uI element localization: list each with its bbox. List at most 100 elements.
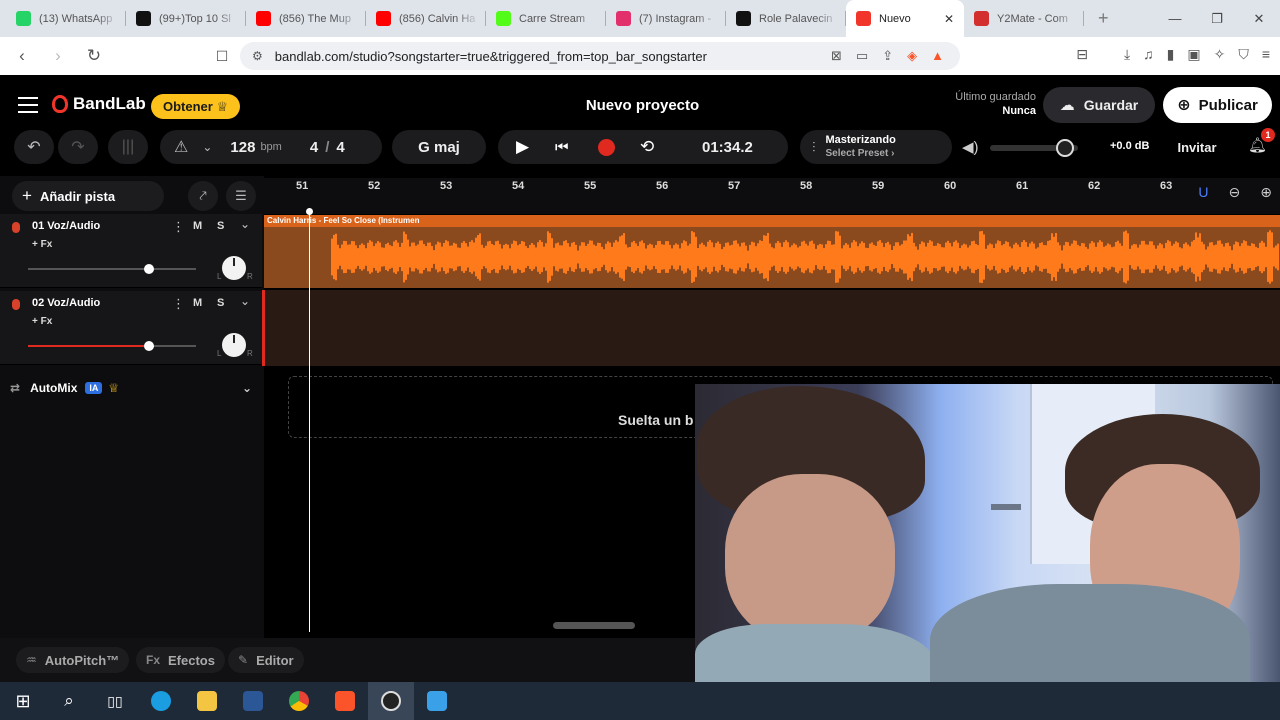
invite-button[interactable]: Invitar: [1166, 130, 1228, 164]
solo-button[interactable]: S: [217, 297, 224, 309]
task-view-icon[interactable]: ▯▯: [92, 682, 138, 720]
editor-button[interactable]: ✎ Editor: [228, 647, 304, 673]
track-menu-icon[interactable]: ⋮: [172, 219, 185, 235]
horizontal-scrollbar[interactable]: [553, 622, 635, 629]
key-selector[interactable]: G maj: [392, 130, 486, 164]
sidebar-toggle-icon[interactable]: ⊟: [1076, 46, 1088, 63]
volume-icon[interactable]: ◀): [962, 138, 979, 156]
chevron-down-icon[interactable]: ⌄: [202, 140, 212, 154]
leo-icon[interactable]: ✧: [1214, 46, 1226, 63]
minimize-icon[interactable]: —: [1154, 0, 1196, 37]
obtener-button[interactable]: Obtener ♕: [151, 94, 241, 119]
add-fx-button[interactable]: + Fx: [32, 316, 52, 327]
browser-tab[interactable]: (7) Instagram -: [606, 0, 726, 37]
bandlab-logo[interactable]: BandLab: [52, 94, 146, 114]
track-name[interactable]: 02 Voz/Audio: [32, 297, 100, 309]
track-volume-knob[interactable]: [143, 264, 154, 274]
track-name[interactable]: 01 Voz/Audio: [32, 220, 100, 232]
wallet-icon[interactable]: ▣: [1187, 46, 1200, 63]
browser-tab[interactable]: (99+)Top 10 Sl: [126, 0, 246, 37]
track-menu-icon[interactable]: ⋮: [172, 296, 185, 312]
browser-tab[interactable]: Role Palavecin: [726, 0, 846, 37]
track-lane-1[interactable]: Calvin Harris - Feel So Close (Instrumen: [264, 215, 1280, 288]
music-icon[interactable]: ♫: [1143, 46, 1154, 63]
track-volume-slider[interactable]: [28, 341, 196, 351]
menu-icon[interactable]: ≡: [1262, 46, 1270, 63]
vpn-icon[interactable]: ⛉: [1238, 46, 1249, 63]
brave-rewards-icon[interactable]: ▲: [931, 48, 944, 64]
mute-button[interactable]: M: [193, 220, 202, 232]
browser-tab[interactable]: (856) The Mup: [246, 0, 366, 37]
word-icon[interactable]: [230, 682, 276, 720]
photos-icon[interactable]: [414, 682, 460, 720]
timeline-ruler[interactable]: 51 52 53 54 55 56 57 58 59 60 61 62 63: [264, 178, 1280, 214]
mute-button[interactable]: M: [193, 297, 202, 309]
publish-button[interactable]: ⊕ Publicar: [1163, 87, 1272, 123]
master-volume-knob[interactable]: [1055, 139, 1074, 157]
hamburger-menu-icon[interactable]: [18, 97, 38, 113]
track-row[interactable]: 02 Voz/Audio + Fx ⋮ M S ⌄ LR: [0, 291, 262, 365]
playhead[interactable]: [306, 208, 313, 632]
browser-tab[interactable]: Y2Mate - Com: [964, 0, 1084, 37]
project-title[interactable]: Nuevo proyecto: [520, 97, 765, 114]
track-settings-icon[interactable]: ☰: [226, 181, 256, 211]
track-row[interactable]: 01 Voz/Audio + Fx ⋮ M S ⌄ LR: [0, 214, 262, 288]
reload-icon[interactable]: ↻: [80, 46, 108, 66]
brave-shield-icon[interactable]: ◈: [907, 48, 917, 64]
zoom-out-icon[interactable]: ⊖: [1229, 184, 1241, 201]
close-tab-icon[interactable]: ✕: [944, 12, 954, 26]
save-button[interactable]: ☁ Guardar: [1043, 87, 1155, 123]
track-lane-2[interactable]: [262, 290, 1280, 366]
solo-button[interactable]: S: [217, 220, 224, 232]
brave-icon[interactable]: [322, 682, 368, 720]
file-explorer-icon[interactable]: [184, 682, 230, 720]
master-volume-slider[interactable]: [990, 139, 1078, 157]
windows-start-icon[interactable]: ⊞: [0, 682, 46, 720]
redo-button[interactable]: ↷: [58, 130, 98, 164]
site-info-icon[interactable]: ⚙: [252, 49, 263, 63]
edge-icon[interactable]: [138, 682, 184, 720]
track-volume-knob[interactable]: [143, 341, 154, 351]
play-icon[interactable]: ▶: [516, 137, 529, 157]
skip-back-icon[interactable]: ⏮: [555, 139, 569, 156]
mastering-button[interactable]: ⫶ Masterizando Select Preset ›: [800, 130, 952, 164]
forward-icon[interactable]: ›: [44, 46, 72, 66]
automation-icon[interactable]: ⤤: [188, 181, 218, 211]
tempo-value[interactable]: 128: [230, 139, 255, 156]
record-icon[interactable]: [598, 138, 615, 156]
add-fx-button[interactable]: + Fx: [32, 239, 52, 250]
search-icon[interactable]: ⌕: [46, 682, 92, 720]
sidebar-icon[interactable]: ▮: [1167, 46, 1175, 63]
time-signature-num[interactable]: 4: [310, 139, 318, 156]
close-window-icon[interactable]: ✕: [1238, 0, 1280, 37]
chevron-down-icon[interactable]: ⌄: [240, 294, 250, 308]
chevron-down-icon[interactable]: ⌄: [240, 217, 250, 231]
obs-icon[interactable]: [368, 682, 414, 720]
autopitch-button[interactable]: ♒ AutoPitch™: [16, 647, 130, 673]
automix-row[interactable]: ⇄ AutoMix IA ♕ ⌄: [10, 378, 260, 398]
loop-icon[interactable]: ⟲: [640, 137, 654, 157]
add-track-button[interactable]: + Añadir pista: [12, 181, 164, 211]
magnet-icon[interactable]: U: [1198, 184, 1208, 201]
download-icon[interactable]: ⤓: [1124, 46, 1130, 63]
url-field[interactable]: ⚙ bandlab.com/studio?songstarter=true&tr…: [240, 42, 960, 70]
keyboard-button[interactable]: |||: [108, 130, 148, 164]
metronome-icon[interactable]: ⚠: [174, 137, 188, 157]
chevron-down-icon[interactable]: ⌄: [242, 381, 252, 395]
track-volume-slider[interactable]: [28, 264, 196, 274]
share-icon[interactable]: ⇪: [882, 48, 893, 64]
browser-tab[interactable]: Carre Stream: [486, 0, 606, 37]
browser-tab[interactable]: (856) Calvin Ha: [366, 0, 486, 37]
zoom-in-icon[interactable]: ⊕: [1260, 184, 1272, 201]
time-signature-den[interactable]: 4: [336, 139, 344, 156]
camera-blocked-icon[interactable]: ⊠: [831, 48, 842, 64]
pan-knob[interactable]: LR: [217, 256, 253, 281]
browser-tab[interactable]: Nuevo ✕: [846, 0, 964, 37]
effects-button[interactable]: Fx Efectos: [136, 647, 225, 673]
bookmark-icon[interactable]: ☐: [208, 48, 236, 65]
pan-knob[interactable]: LR: [217, 333, 253, 358]
undo-button[interactable]: ↶: [14, 130, 54, 164]
restore-icon[interactable]: ❐: [1196, 0, 1238, 37]
new-tab-icon[interactable]: +: [1098, 8, 1109, 29]
cast-icon[interactable]: ▭: [856, 48, 868, 64]
